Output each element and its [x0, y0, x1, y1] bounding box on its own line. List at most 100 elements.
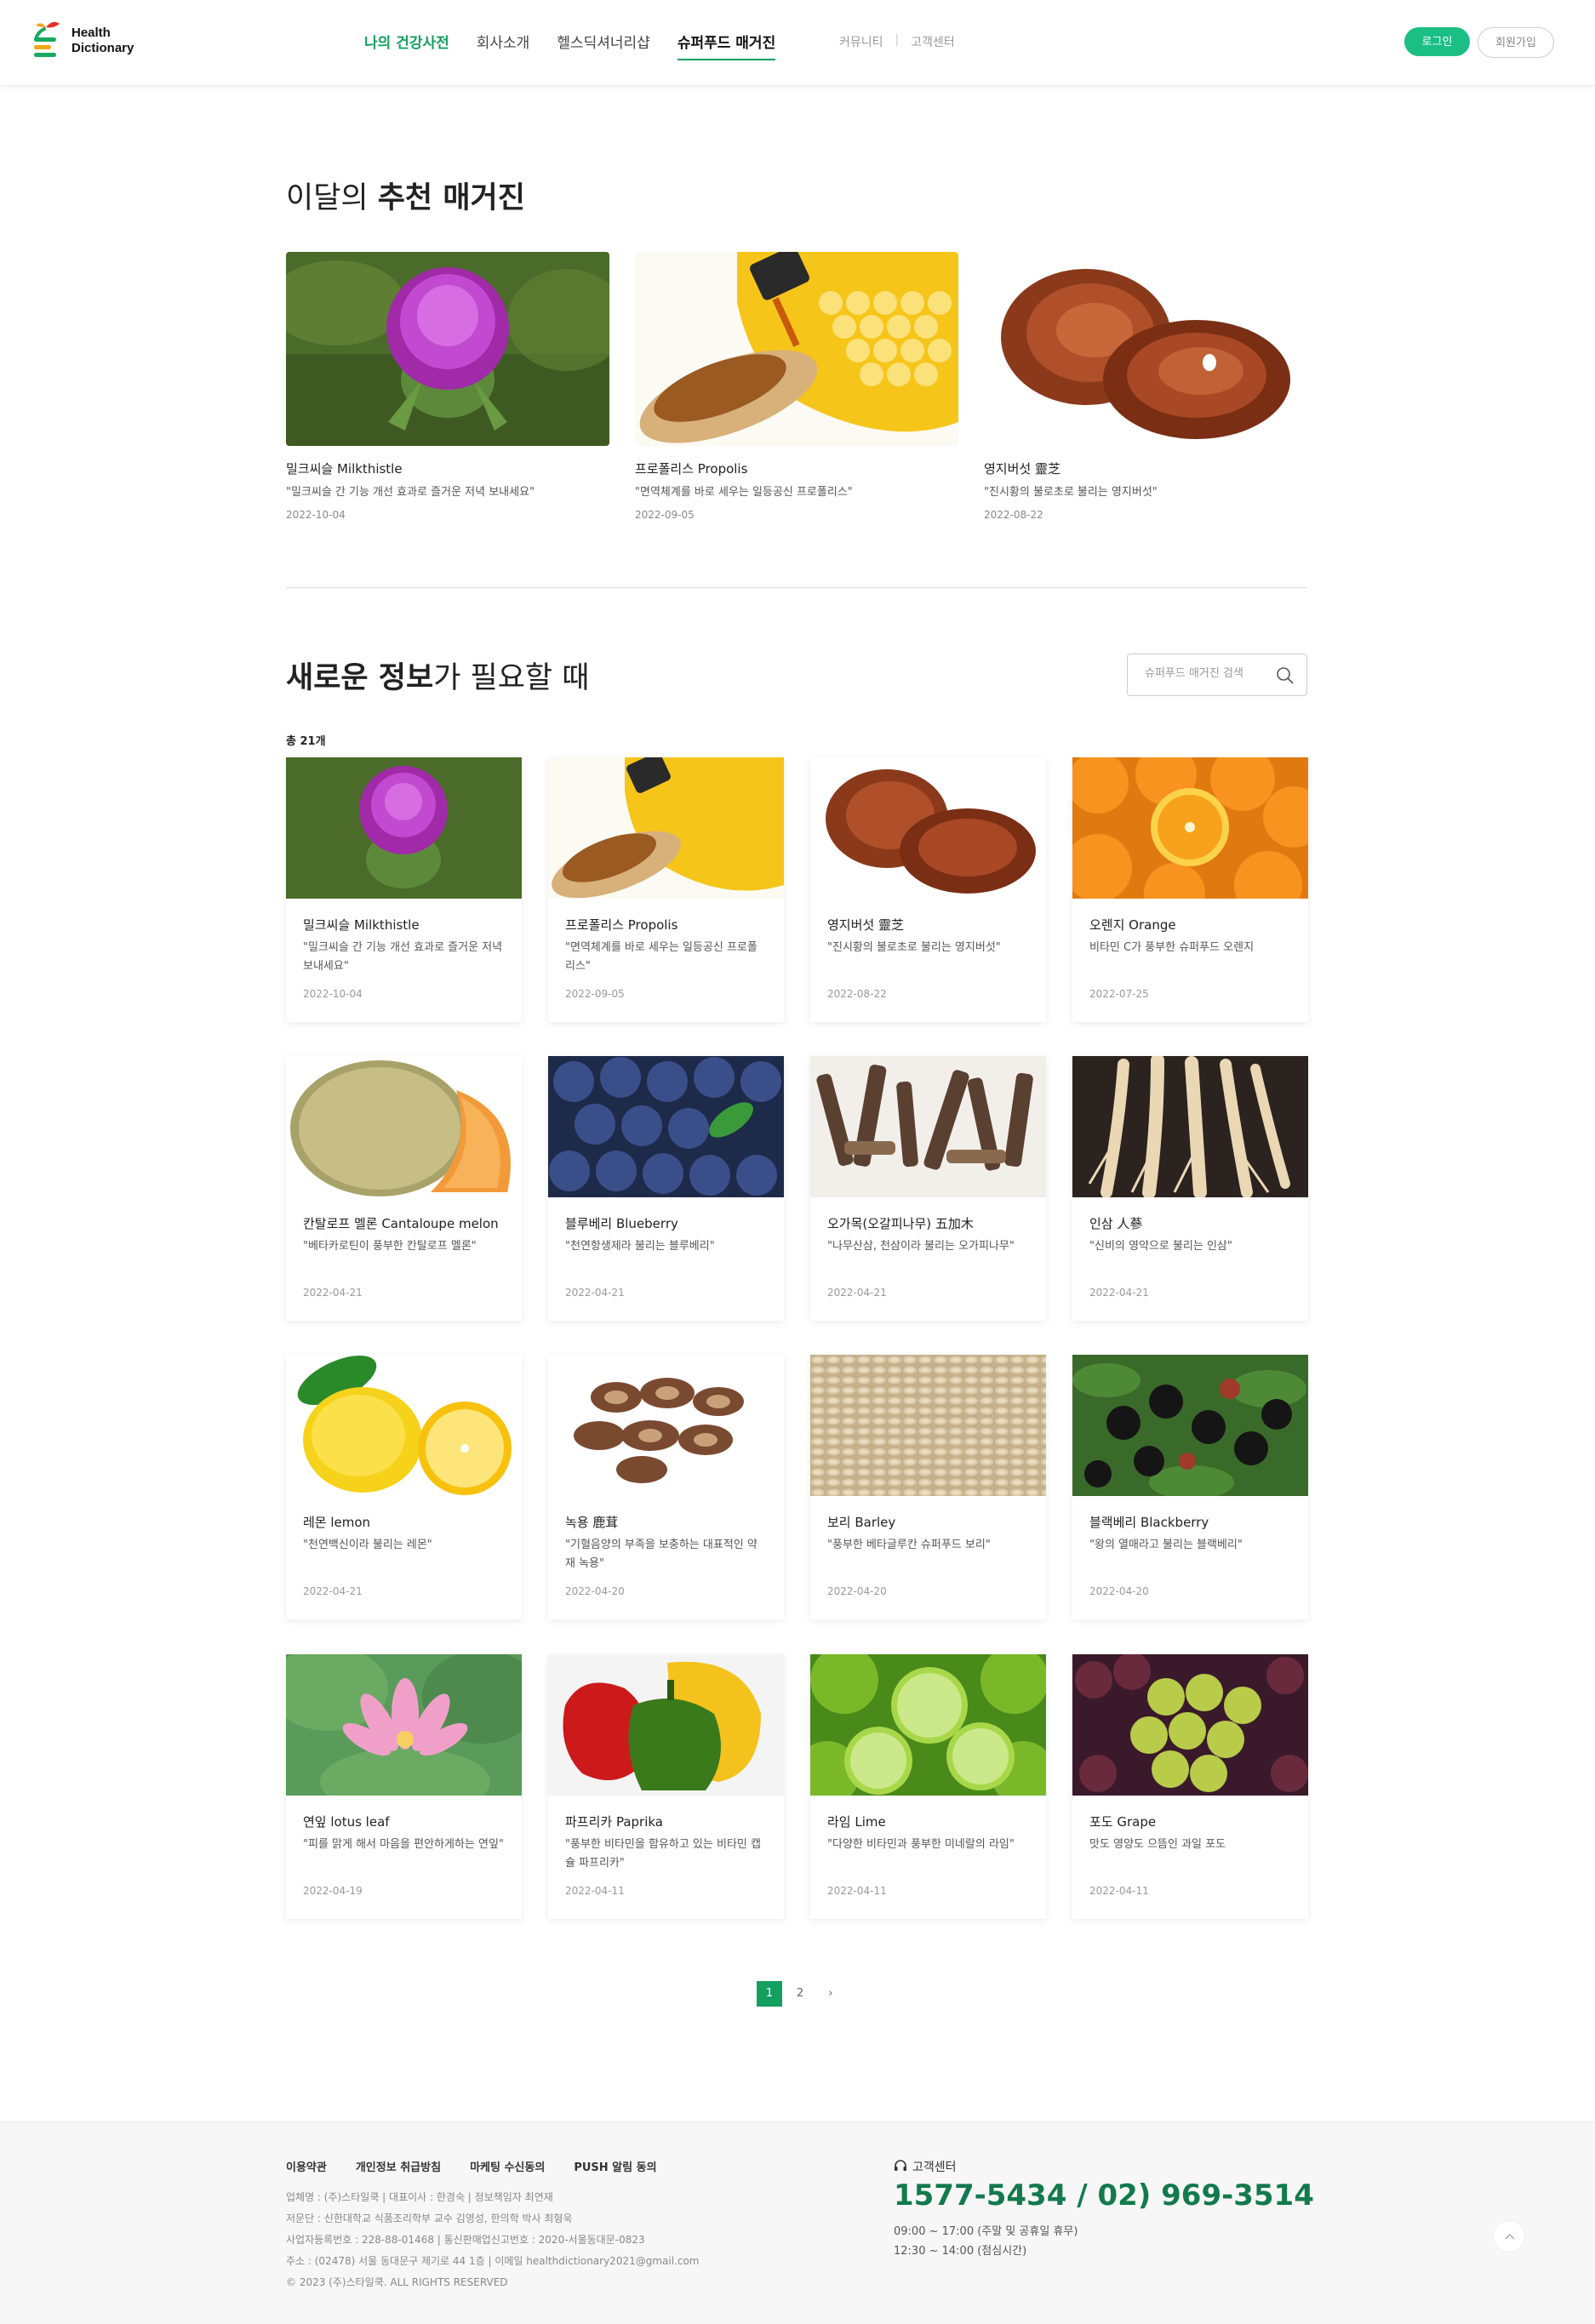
company-info-line: 주소 : (02478) 서울 동대문구 제기로 44 1층 | 이메일 hea… [286, 2255, 700, 2267]
chevron-up-icon [1505, 2233, 1515, 2240]
magazine-card[interactable]: 라임 Lime "다양한 비타민과 풍부한 미네랄의 라임" 2022-04-1… [810, 1654, 1046, 1919]
page-button-1[interactable]: 1 [757, 1981, 782, 2007]
customer-center-label: 고객센터 [894, 2158, 957, 2175]
magazine-card[interactable]: 오렌지 Orange 비타민 C가 풍부한 슈퍼푸드 오렌지 2022-07-2… [1072, 757, 1308, 1022]
orange-image [1072, 757, 1308, 899]
search-box[interactable] [1127, 654, 1307, 696]
propolis-image [548, 757, 784, 899]
paprika-image [548, 1654, 784, 1796]
card-date: 2022-04-20 [1089, 1585, 1149, 1597]
next-page-icon[interactable]: › [818, 1981, 843, 2007]
magazine-card[interactable]: 보리 Barley "풍부한 베타글루칸 슈퍼푸드 보리" 2022-04-20 [810, 1355, 1046, 1619]
logo[interactable]: Health Dictionary [29, 20, 134, 61]
nav-shop[interactable]: 헬스딕셔너리샵 [557, 31, 649, 60]
footer-link-push[interactable]: PUSH 알림 동의 [574, 2158, 656, 2174]
featured-card[interactable]: 밀크씨슬 Milkthistle "밀크씨슬 간 기능 개선 효과로 즐거운 저… [286, 252, 609, 521]
footer-links: 이용약관 개인정보 취급방침 마케팅 수신동의 PUSH 알림 동의 [286, 2158, 657, 2174]
result-count: 총 21개 [286, 735, 326, 748]
card-desc: "피를 맑게 해서 마음을 편안하게하는 연잎" [303, 1838, 504, 1851]
login-button[interactable]: 로그인 [1404, 27, 1470, 56]
lemon-image [286, 1355, 522, 1496]
nav-superfood-magazine[interactable]: 슈퍼푸드 매거진 [677, 31, 776, 60]
magazine-card[interactable]: 레몬 lemon "천연백신이라 불리는 레몬" 2022-04-21 [286, 1355, 522, 1619]
footer-link-terms[interactable]: 이용약관 [286, 2158, 327, 2174]
card-desc: "풍부한 베타글루칸 슈퍼푸드 보리" [827, 1539, 991, 1551]
featured-card[interactable]: 영지버섯 靈芝 "진시황의 불로초로 불리는 영지버섯" 2022-08-22 [984, 252, 1307, 521]
card-date: 2022-07-25 [1089, 988, 1149, 1000]
magazine-card[interactable]: 프로폴리스 Propolis "면역체계를 바로 세우는 일등공신 프로폴리스"… [548, 757, 784, 1022]
card-date: 2022-04-19 [303, 1885, 363, 1897]
sub-nav: 커뮤니티 | 고객센터 [839, 33, 955, 50]
card-name: 보리 Barley [827, 1515, 896, 1530]
magazine-card[interactable]: 영지버섯 靈芝 "진시황의 불로초로 불리는 영지버섯" 2022-08-22 [810, 757, 1046, 1022]
magazine-card[interactable]: 블루베리 Blueberry "천연항생제라 불리는 블루베리" 2022-04… [548, 1056, 784, 1321]
section-divider [286, 587, 1307, 588]
cantaloupe-image [286, 1056, 522, 1197]
featured-card-date: 2022-08-22 [984, 509, 1043, 521]
nav-my-health-dictionary[interactable]: 나의 건강사전 [364, 31, 449, 60]
featured-card-desc: "면역체계를 바로 세우는 일등공신 프로폴리스" [635, 486, 853, 499]
featured-card-name: 영지버섯 靈芝 [984, 461, 1060, 477]
nav-community[interactable]: 커뮤니티 [839, 33, 883, 50]
card-date: 2022-04-21 [565, 1287, 625, 1299]
company-info-line: 업체명 : (주)스타일쿡 | 대표이사 : 한경숙 | 정보책임자 최연재 [286, 2191, 553, 2203]
blueberry-image [548, 1056, 784, 1197]
card-name: 영지버섯 靈芝 [827, 917, 904, 933]
card-desc: "신비의 영약으로 불리는 인삼" [1089, 1240, 1232, 1253]
list-title: 새로운 정보가 필요할 때 [286, 661, 590, 695]
card-name: 파프리카 Paprika [565, 1814, 664, 1830]
search-input[interactable] [1145, 667, 1264, 680]
card-desc: "천연백신이라 불리는 레몬" [303, 1539, 432, 1551]
main-nav: 나의 건강사전 회사소개 헬스딕셔너리샵 슈퍼푸드 매거진 [364, 31, 776, 60]
search-icon[interactable] [1276, 666, 1295, 685]
card-date: 2022-04-21 [1089, 1287, 1149, 1299]
join-button[interactable]: 회원가입 [1478, 27, 1554, 58]
nav-company[interactable]: 회사소개 [477, 31, 530, 60]
lime-image [810, 1654, 1046, 1796]
featured-card-date: 2022-09-05 [635, 509, 695, 521]
footer-link-privacy[interactable]: 개인정보 취급방침 [356, 2158, 441, 2174]
grape-image [1072, 1654, 1308, 1796]
magazine-card[interactable]: 파프리카 Paprika "풍부한 비타민을 함유하고 있는 비타민 캡슐 파프… [548, 1654, 784, 1919]
card-date: 2022-04-21 [303, 1287, 363, 1299]
card-date: 2022-04-11 [565, 1885, 625, 1897]
magazine-card[interactable]: 오가목(오갈피나무) 五加木 "나무산삼, 천삼이라 불리는 오가피나무" 20… [810, 1056, 1046, 1321]
scroll-top-button[interactable] [1493, 2220, 1525, 2253]
magazine-card[interactable]: 연잎 lotus leaf "피를 맑게 해서 마음을 편안하게하는 연잎" 2… [286, 1654, 522, 1919]
footer-link-marketing[interactable]: 마케팅 수신동의 [470, 2158, 545, 2174]
logo-text: Health Dictionary [71, 26, 134, 55]
reishi-image [984, 252, 1307, 446]
reishi-image [810, 757, 1046, 899]
magazine-card[interactable]: 칸탈로프 멜론 Cantaloupe melon "베타카로틴이 풍부한 칸탈로… [286, 1056, 522, 1321]
card-name: 칸탈로프 멜론 Cantaloupe melon [303, 1216, 499, 1231]
card-date: 2022-10-04 [303, 988, 363, 1000]
magazine-card[interactable]: 포도 Grape 맛도 영양도 으뜸인 과일 포도 2022-04-11 [1072, 1654, 1308, 1919]
card-desc: "다양한 비타민과 풍부한 미네랄의 라임" [827, 1838, 1015, 1851]
magazine-card[interactable]: 밀크씨슬 Milkthistle "밀크씨슬 간 기능 개선 효과로 즐거운 저… [286, 757, 522, 1022]
card-date: 2022-09-05 [565, 988, 625, 1000]
card-desc: "천연항생제라 불리는 블루베리" [565, 1240, 715, 1253]
magazine-card[interactable]: 인삼 人蔘 "신비의 영약으로 불리는 인삼" 2022-04-21 [1072, 1056, 1308, 1321]
headset-icon [895, 2160, 906, 2171]
card-desc: "왕의 열매라고 불리는 블랙베리" [1089, 1539, 1243, 1551]
copyright: © 2023 (주)스타일쿡. ALL RIGHTS RESERVED [286, 2276, 508, 2288]
featured-title: 이달의 추천 매거진 [286, 181, 525, 215]
featured-card-desc: "진시황의 불로초로 불리는 영지버섯" [984, 486, 1158, 499]
card-desc: "면역체계를 바로 세우는 일등공신 프로폴리스" [565, 941, 757, 973]
featured-card[interactable]: 프로폴리스 Propolis "면역체계를 바로 세우는 일등공신 프로폴리스"… [635, 252, 958, 521]
card-name: 연잎 lotus leaf [303, 1814, 390, 1830]
magazine-card[interactable]: 녹용 鹿茸 "기혈음양의 부족을 보충하는 대표적인 약재 녹용" 2022-0… [548, 1355, 784, 1619]
company-info-line: 사업자등록번호 : 228-88-01468 | 통신판매업신고번호 : 202… [286, 2234, 645, 2246]
magazine-card[interactable]: 블랙베리 Blackberry "왕의 열매라고 불리는 블랙베리" 2022-… [1072, 1355, 1308, 1619]
ginseng-image [1072, 1056, 1308, 1197]
card-desc: 맛도 영양도 으뜸인 과일 포도 [1089, 1838, 1226, 1851]
pagination: 1 2 › [757, 1981, 843, 2007]
page-button-2[interactable]: 2 [787, 1981, 813, 2007]
card-desc: "진시황의 불로초로 불리는 영지버섯" [827, 941, 1001, 954]
nav-customer-center[interactable]: 고객센터 [911, 33, 955, 50]
card-name: 프로폴리스 Propolis [565, 917, 678, 933]
featured-card-date: 2022-10-04 [286, 509, 346, 521]
lotus-image [286, 1654, 522, 1796]
site-footer: 이용약관 개인정보 취급방침 마케팅 수신동의 PUSH 알림 동의 업체명 :… [0, 2121, 1595, 2324]
card-desc: "기혈음양의 부족을 보충하는 대표적인 약재 녹용" [565, 1539, 757, 1570]
